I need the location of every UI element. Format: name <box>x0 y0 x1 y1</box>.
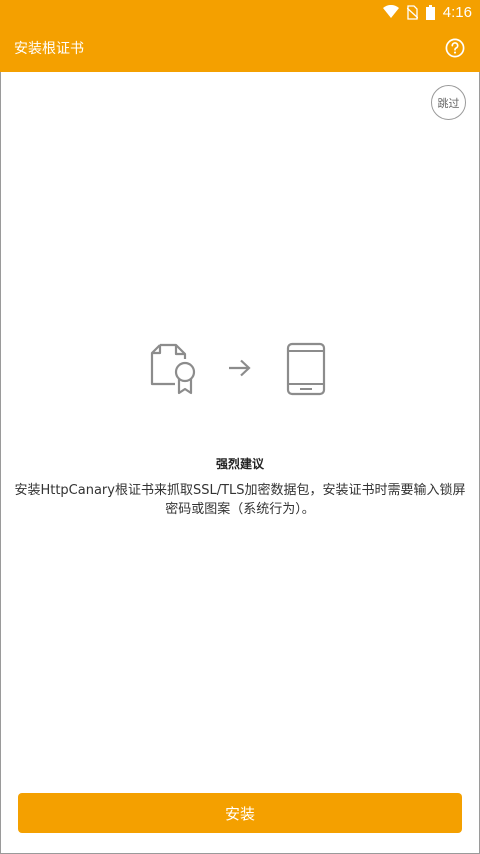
phone-icon <box>286 342 326 400</box>
app-bar: 安装根证书 <box>0 24 480 72</box>
battery-icon <box>425 4 435 20</box>
no-sim-icon <box>406 4 418 20</box>
arrow-right-icon <box>228 359 252 381</box>
skip-button[interactable]: 跳过 <box>431 85 466 120</box>
install-button[interactable]: 安装 <box>18 793 462 833</box>
wifi-icon <box>382 5 399 19</box>
illustration <box>0 340 480 400</box>
help-icon[interactable] <box>444 37 466 59</box>
status-time: 4:16 <box>442 3 472 21</box>
status-bar: 4:16 <box>0 0 480 24</box>
certificate-icon <box>149 342 199 401</box>
section-heading: 强烈建议 <box>215 457 264 471</box>
description-text: 安装HttpCanary根证书来抓取SSL/TLS加密数据包，安装证书时需要输入… <box>14 483 466 517</box>
skip-label: 跳过 <box>437 96 460 110</box>
install-button-label: 安装 <box>224 804 255 823</box>
page-title: 安装根证书 <box>14 41 84 57</box>
